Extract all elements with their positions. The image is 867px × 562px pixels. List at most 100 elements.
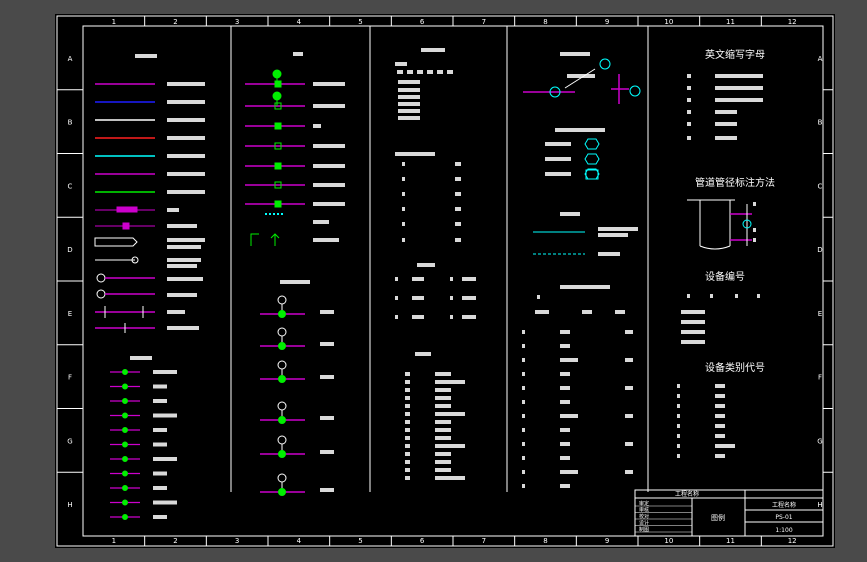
valve-label — [313, 104, 345, 108]
table-header — [582, 310, 592, 314]
section-heading — [130, 356, 152, 360]
abbr-letter — [687, 74, 691, 78]
column-label-top: 10 — [664, 18, 673, 26]
hydrant-label — [320, 310, 334, 314]
number-part — [757, 294, 760, 298]
table-header — [535, 310, 549, 314]
number-note — [681, 320, 705, 324]
table-cell — [462, 315, 476, 319]
row-label-right: E — [818, 310, 822, 318]
table-cell — [522, 484, 525, 488]
drawing-name: 图例 — [711, 513, 725, 522]
fitting-label — [153, 515, 167, 519]
abbr-letter — [687, 136, 691, 140]
table-cell — [462, 296, 476, 300]
pipe-label — [167, 245, 201, 249]
abbr-meaning — [715, 122, 737, 126]
table-cell — [560, 358, 578, 362]
table-cell — [455, 238, 461, 242]
column-label-top: 2 — [173, 18, 177, 26]
abbr-meaning — [715, 74, 763, 78]
column-label-top: 9 — [605, 18, 609, 26]
table-cell — [455, 192, 461, 196]
table-cell — [435, 428, 451, 432]
size-value — [753, 238, 756, 242]
column-label-top: 4 — [297, 18, 302, 26]
instrument-symbol — [584, 138, 600, 150]
table-cell — [435, 460, 451, 464]
abbr-meaning — [715, 110, 737, 114]
fitting-label — [153, 370, 177, 374]
section-heading — [415, 352, 431, 356]
meter-box — [585, 169, 599, 180]
instrument-tag — [599, 58, 611, 70]
row-label-left: G — [67, 437, 72, 445]
hydrant-head — [277, 435, 287, 445]
table-cell — [560, 470, 578, 474]
table-cell — [450, 315, 453, 319]
table-cell — [435, 404, 451, 408]
table-cell — [435, 396, 451, 400]
pipe-label — [167, 310, 185, 314]
pipe-label — [167, 100, 205, 104]
pipe-label — [167, 82, 205, 86]
flow-symbol — [96, 273, 106, 283]
line-label — [598, 227, 638, 231]
table-cell — [405, 476, 410, 480]
column-label-top: 6 — [420, 18, 425, 26]
class-letter — [677, 434, 680, 438]
table-cell — [435, 444, 465, 448]
table-cell — [405, 444, 410, 448]
table-cell — [560, 442, 570, 446]
table-cell — [450, 296, 453, 300]
table-header — [437, 70, 443, 74]
hydrant-base — [278, 450, 286, 458]
line-label — [598, 252, 620, 256]
table-cell — [522, 442, 525, 446]
pipe-label — [167, 224, 197, 228]
sleeve-symbol — [94, 237, 138, 247]
section-heading — [135, 54, 157, 58]
table-cell — [402, 207, 405, 211]
hydrant-base — [278, 310, 286, 318]
row-label-left: E — [68, 310, 72, 318]
fitting-symbol — [122, 398, 128, 404]
table-cell — [405, 396, 410, 400]
table-cell — [560, 386, 570, 390]
number-part — [687, 294, 690, 298]
equipment-number-title: 设备编号 — [705, 270, 745, 283]
fitting-label — [153, 471, 167, 476]
row-label-right: A — [818, 55, 823, 63]
row-label-left: F — [68, 374, 72, 382]
table-cell — [560, 330, 570, 334]
valve-label — [313, 124, 321, 128]
column-label-top: 1 — [112, 18, 116, 26]
fitting-label — [153, 428, 167, 432]
text-label — [395, 62, 407, 66]
drawing-number: PS-01 — [775, 514, 792, 521]
table-cell — [560, 414, 578, 418]
valve-label — [313, 183, 345, 187]
column-label-bottom: 9 — [605, 537, 609, 545]
valve-label — [313, 220, 329, 224]
class-letter — [677, 454, 680, 458]
hose-bib-symbol — [250, 233, 259, 246]
fitting-symbol — [122, 441, 128, 448]
hydrant-label — [320, 342, 334, 346]
class-letter — [677, 404, 680, 408]
pipe-label — [167, 293, 197, 297]
table-cell — [455, 177, 461, 181]
number-note — [681, 330, 705, 334]
title-label: 设计 — [639, 520, 649, 527]
pipe-label — [167, 258, 201, 262]
valve-label — [313, 164, 345, 168]
table-header — [397, 70, 403, 74]
table-cell — [455, 222, 461, 226]
table-cell — [405, 420, 410, 424]
table-cell — [402, 192, 405, 196]
instrument-label — [545, 142, 571, 146]
class-meaning — [715, 454, 725, 458]
flow-symbol — [96, 289, 106, 299]
table-cell — [435, 380, 465, 384]
valve-handle — [272, 69, 282, 79]
